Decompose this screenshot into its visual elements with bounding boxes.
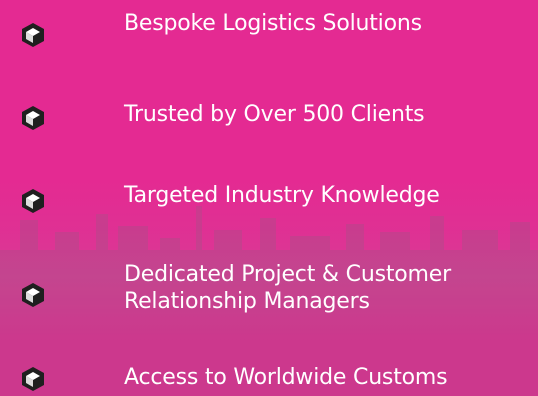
hexagon-badge-icon	[22, 283, 44, 307]
feature-label: Access to Worldwide Customs	[124, 365, 448, 390]
hexagon-badge-icon	[22, 189, 44, 213]
feature-label: Trusted by Over 500 Clients	[124, 102, 425, 127]
hexagon-badge-icon	[22, 23, 44, 47]
hexagon-badge-icon	[22, 367, 44, 391]
feature-label-line-2: Relationship Managers	[124, 289, 370, 314]
feature-list: Bespoke Logistics Solutions Trusted by O…	[0, 0, 538, 396]
feature-label-line-1: Dedicated Project & Customer	[124, 262, 451, 287]
hexagon-badge-icon	[22, 106, 44, 130]
feature-label: Dedicated Project & Customer Relationshi…	[124, 261, 534, 315]
feature-label: Bespoke Logistics Solutions	[124, 11, 422, 36]
feature-label: Targeted Industry Knowledge	[124, 183, 440, 208]
